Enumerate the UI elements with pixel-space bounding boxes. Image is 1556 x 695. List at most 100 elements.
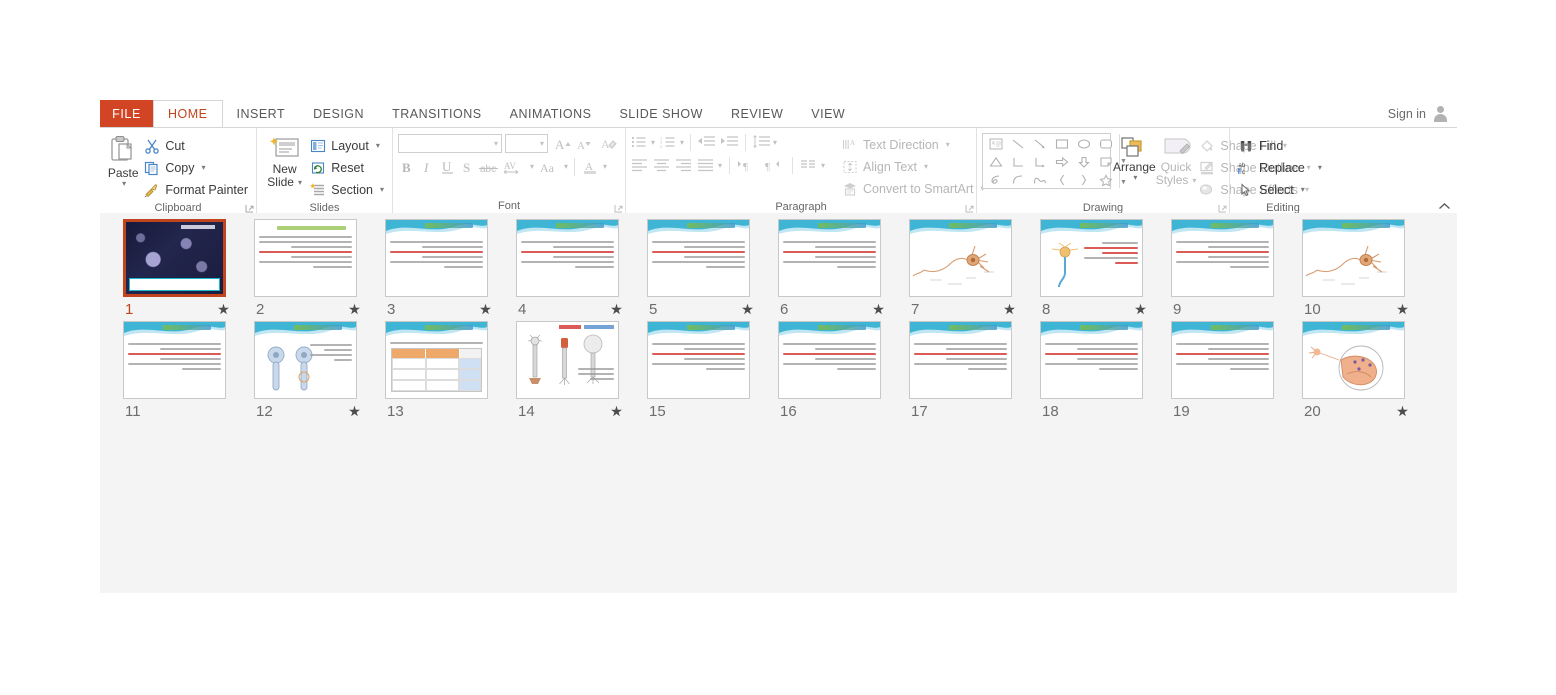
- character-spacing-caret-icon[interactable]: ▾: [530, 163, 534, 171]
- reset-button[interactable]: Reset: [307, 157, 387, 179]
- line-shape-icon[interactable]: [1007, 135, 1029, 153]
- tab-home[interactable]: HOME: [153, 100, 223, 127]
- numbering-caret-icon[interactable]: ▾: [680, 138, 684, 147]
- font-name-input[interactable]: ▾: [398, 134, 502, 153]
- line-spacing-caret-icon[interactable]: ▾: [773, 138, 777, 147]
- find-button[interactable]: Find: [1235, 135, 1325, 157]
- align-text-button[interactable]: Align Text ▾: [839, 156, 987, 178]
- slide-thumbnail-14[interactable]: [516, 321, 619, 399]
- copy-button[interactable]: Copy ▾: [141, 157, 251, 179]
- change-case-icon[interactable]: Aa: [538, 159, 562, 175]
- clear-formatting-icon[interactable]: A: [601, 136, 617, 152]
- layout-caret-icon[interactable]: ▾: [376, 142, 380, 150]
- decrease-indent-icon[interactable]: [697, 135, 716, 151]
- bold-icon[interactable]: B: [398, 159, 418, 175]
- justify-caret-icon[interactable]: ▾: [718, 161, 722, 170]
- tab-animations[interactable]: ANIMATIONS: [496, 100, 606, 127]
- slide-thumbnail-12[interactable]: [254, 321, 357, 399]
- slide-thumbnail-2[interactable]: [254, 219, 357, 297]
- cut-button[interactable]: Cut: [141, 135, 251, 157]
- slide-thumbnail-19[interactable]: [1171, 321, 1274, 399]
- slide-thumbnail-6[interactable]: [778, 219, 881, 297]
- font-color-caret-icon[interactable]: ▾: [603, 163, 607, 171]
- left-brace-shape-icon[interactable]: [1051, 171, 1073, 189]
- replace-button[interactable]: ab ac a Replace ▾: [1235, 157, 1325, 179]
- collapse-ribbon-button[interactable]: [1436, 199, 1452, 214]
- rectangle-shape-icon[interactable]: [1051, 135, 1073, 153]
- paragraph-dialog-launcher[interactable]: [965, 204, 974, 213]
- arrow-line-shape-icon[interactable]: [1029, 135, 1051, 153]
- underline-icon[interactable]: U: [438, 159, 458, 175]
- tab-review[interactable]: REVIEW: [717, 100, 797, 127]
- section-button[interactable]: Section ▾: [307, 179, 387, 201]
- font-dialog-launcher[interactable]: [614, 204, 623, 213]
- slide-thumbnail-8[interactable]: [1040, 219, 1143, 297]
- quick-styles-button[interactable]: Quick Styles ▾: [1156, 133, 1196, 187]
- columns-caret-icon[interactable]: ▾: [821, 161, 825, 170]
- triangle-shape-icon[interactable]: [985, 153, 1007, 171]
- select-button[interactable]: Select ▾: [1235, 179, 1325, 201]
- convert-to-smartart-button[interactable]: Convert to SmartArt ▾: [839, 178, 987, 200]
- copy-caret-icon[interactable]: ▾: [202, 164, 206, 172]
- layout-button[interactable]: Layout ▾: [307, 135, 387, 157]
- justify-icon[interactable]: [697, 158, 716, 174]
- columns-icon[interactable]: [800, 158, 819, 174]
- elbow-arrow-shape-icon[interactable]: [1029, 153, 1051, 171]
- slide-thumbnail-9[interactable]: [1171, 219, 1274, 297]
- font-size-input[interactable]: ▾: [505, 134, 548, 153]
- text-box-shape-icon[interactable]: A: [985, 135, 1007, 153]
- italic-icon[interactable]: I: [418, 159, 438, 175]
- slide-thumbnail-15[interactable]: [647, 321, 750, 399]
- slide-thumbnail-13[interactable]: [385, 321, 488, 399]
- section-caret-icon[interactable]: ▾: [380, 186, 384, 194]
- new-slide-caret-icon[interactable]: ▾: [298, 178, 302, 187]
- slide-thumbnail-18[interactable]: [1040, 321, 1143, 399]
- slide-thumbnail-3[interactable]: [385, 219, 488, 297]
- bullets-icon[interactable]: [631, 135, 649, 151]
- text-direction-button[interactable]: A Text Direction ▾: [839, 134, 987, 156]
- tab-view[interactable]: VIEW: [797, 100, 859, 127]
- strikethrough-icon[interactable]: abc: [478, 159, 502, 175]
- arrange-button[interactable]: Arrange ▾: [1113, 133, 1156, 182]
- sign-in-button[interactable]: Sign in: [1388, 100, 1457, 127]
- down-arrow-shape-icon[interactable]: [1073, 153, 1095, 171]
- align-right-icon[interactable]: [675, 158, 694, 174]
- text-direction-caret-icon[interactable]: ▾: [946, 141, 950, 149]
- numbering-icon[interactable]: 123: [660, 135, 678, 151]
- curve-shape-icon[interactable]: [1029, 171, 1051, 189]
- change-case-caret-icon[interactable]: ▾: [564, 163, 568, 171]
- font-color-icon[interactable]: A: [581, 159, 601, 175]
- tab-design[interactable]: DESIGN: [299, 100, 378, 127]
- slide-thumbnail-16[interactable]: [778, 321, 881, 399]
- increase-indent-icon[interactable]: [720, 135, 739, 151]
- slide-thumbnail-17[interactable]: [909, 321, 1012, 399]
- right-arrow-shape-icon[interactable]: [1051, 153, 1073, 171]
- drawing-dialog-launcher[interactable]: [1218, 204, 1227, 213]
- decrease-font-size-icon[interactable]: A: [575, 136, 595, 152]
- bullets-caret-icon[interactable]: ▾: [651, 138, 655, 147]
- ltr-text-direction-icon[interactable]: ¶: [737, 158, 759, 174]
- slide-thumbnail-11[interactable]: [123, 321, 226, 399]
- character-spacing-icon[interactable]: AV: [502, 159, 528, 175]
- align-center-icon[interactable]: [653, 158, 672, 174]
- slide-thumbnail-4[interactable]: [516, 219, 619, 297]
- tab-transitions[interactable]: TRANSITIONS: [378, 100, 496, 127]
- slide-thumbnail-10[interactable]: [1302, 219, 1405, 297]
- paste-button[interactable]: Paste ▾: [105, 133, 141, 188]
- shapes-gallery[interactable]: A ▼ ▼: [982, 133, 1127, 189]
- clipboard-dialog-launcher[interactable]: [245, 204, 254, 213]
- slide-thumbnail-5[interactable]: [647, 219, 750, 297]
- tab-insert[interactable]: INSERT: [223, 100, 300, 127]
- select-caret-icon[interactable]: ▾: [1301, 186, 1305, 194]
- new-slide-button[interactable]: New Slide ▾: [262, 133, 307, 189]
- right-brace-shape-icon[interactable]: [1073, 171, 1095, 189]
- tab-file[interactable]: FILE: [100, 100, 153, 127]
- slide-sorter-pane[interactable]: 1 2 3 4 5 6 7 8 9 10 11 12 13 14 15 16 1…: [100, 213, 1457, 593]
- format-painter-button[interactable]: Format Painter: [141, 179, 251, 201]
- paste-caret-icon[interactable]: ▾: [122, 180, 126, 188]
- slide-thumbnail-1[interactable]: [123, 219, 226, 297]
- arrange-caret-icon[interactable]: ▾: [1133, 174, 1137, 182]
- rtl-text-direction-icon[interactable]: ¶: [763, 158, 785, 174]
- tab-slide-show[interactable]: SLIDE SHOW: [605, 100, 717, 127]
- align-left-icon[interactable]: [631, 158, 650, 174]
